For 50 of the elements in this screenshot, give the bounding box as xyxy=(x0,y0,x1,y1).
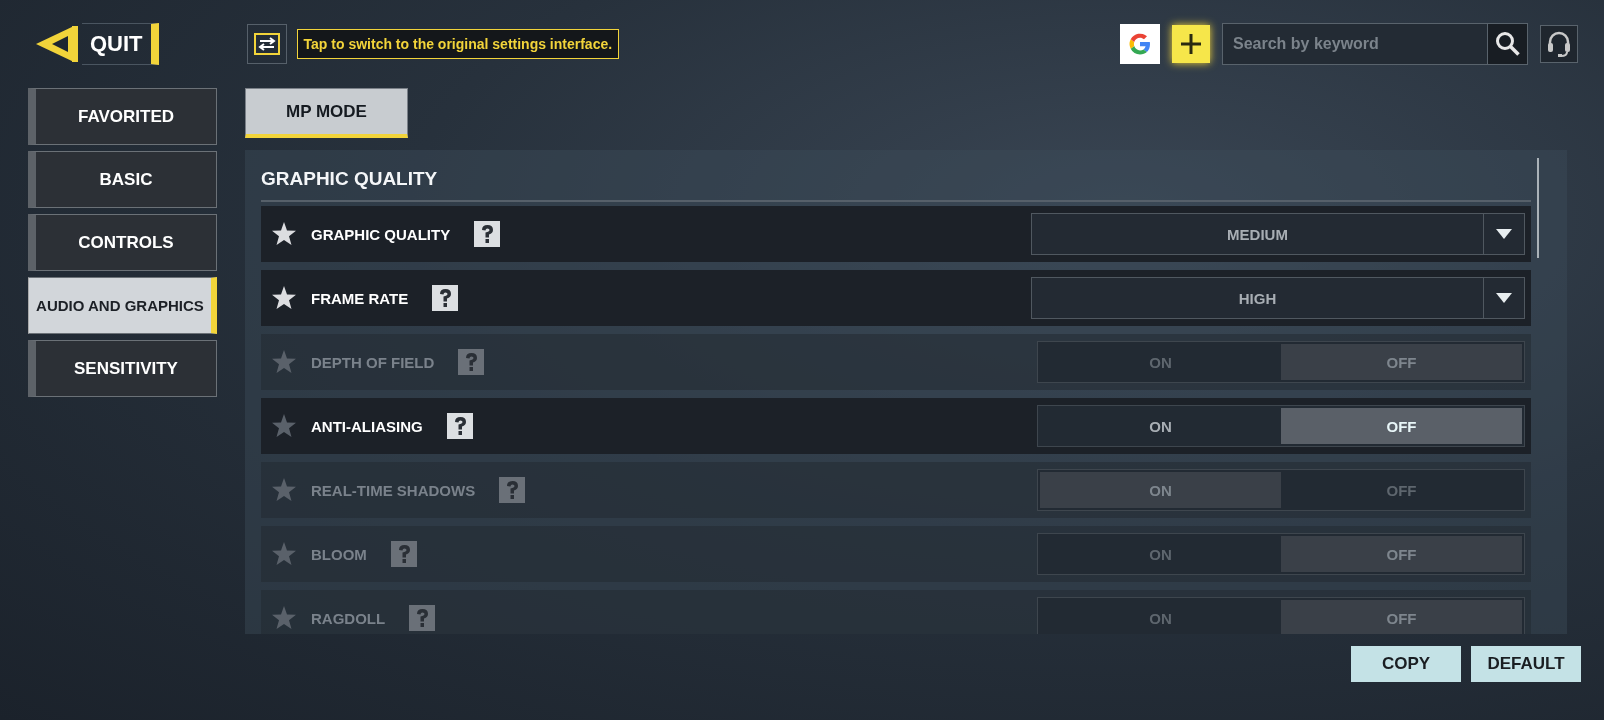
caret-icon xyxy=(1496,293,1512,303)
search-icon xyxy=(1494,31,1521,57)
question-mark-icon xyxy=(464,352,479,372)
question-mark-icon xyxy=(480,224,495,244)
support-button[interactable] xyxy=(1540,25,1578,63)
google-logo-icon xyxy=(1127,31,1153,57)
search-button[interactable] xyxy=(1487,24,1527,64)
tooltip: Tap to switch to the original settings interface. xyxy=(296,29,620,59)
action-button[interactable]: DEFAULT xyxy=(1471,646,1581,682)
sidebar-item[interactable]: SENSITIVITY xyxy=(28,340,217,397)
help-icon[interactable] xyxy=(446,413,473,439)
setting-label: GRAPHIC QUALITY xyxy=(311,225,451,243)
dropdown[interactable]: MEDIUM xyxy=(1031,213,1525,255)
mode-tab[interactable]: MP MODE xyxy=(245,88,408,138)
setting-label: ANTI-ALIASING xyxy=(311,417,423,435)
star-icon[interactable] xyxy=(271,413,297,439)
sidebar-item[interactable]: AUDIO AND GRAPHICS xyxy=(28,277,217,334)
back-arrow-icon xyxy=(34,24,78,64)
caret-icon xyxy=(1496,229,1512,239)
action-button[interactable]: COPY xyxy=(1351,646,1461,682)
section-title: GRAPHIC QUALITY xyxy=(261,167,439,191)
toggle-option[interactable]: ON xyxy=(1040,408,1281,444)
setting-label: BLOOM xyxy=(311,545,367,563)
swap-icon xyxy=(253,33,280,55)
plus-icon xyxy=(1180,33,1202,55)
question-mark-icon xyxy=(415,608,430,628)
question-mark-icon xyxy=(505,480,520,500)
star-icon[interactable] xyxy=(271,221,297,247)
dropdown[interactable]: HIGH xyxy=(1031,277,1525,319)
help-icon[interactable] xyxy=(474,221,501,247)
search-field[interactable]: Search by keyword xyxy=(1222,23,1528,65)
setting-label: FRAME RATE xyxy=(311,289,409,307)
help-icon[interactable] xyxy=(432,285,459,311)
question-mark-icon xyxy=(438,288,453,308)
setting-label: REAL-TIME SHADOWS xyxy=(311,481,476,499)
scrollbar[interactable] xyxy=(1537,158,1539,258)
add-button[interactable] xyxy=(1172,25,1210,63)
setting-label: DEPTH OF FIELD xyxy=(311,353,435,371)
google-button[interactable] xyxy=(1120,24,1160,64)
switch-button[interactable] xyxy=(246,24,287,64)
toggle-option[interactable]: OFF xyxy=(1281,408,1522,444)
star-icon[interactable] xyxy=(271,285,297,311)
sidebar-item[interactable]: CONTROLS xyxy=(28,214,217,271)
setting-label: RAGDOLL xyxy=(311,609,386,627)
sidebar-item[interactable]: FAVORITED xyxy=(28,88,217,145)
sidebar-item[interactable]: BASIC xyxy=(28,151,217,208)
search-input[interactable]: Search by keyword xyxy=(1223,24,1487,64)
question-mark-icon xyxy=(452,416,467,436)
question-mark-icon xyxy=(396,544,411,564)
headset-icon xyxy=(1546,30,1572,58)
